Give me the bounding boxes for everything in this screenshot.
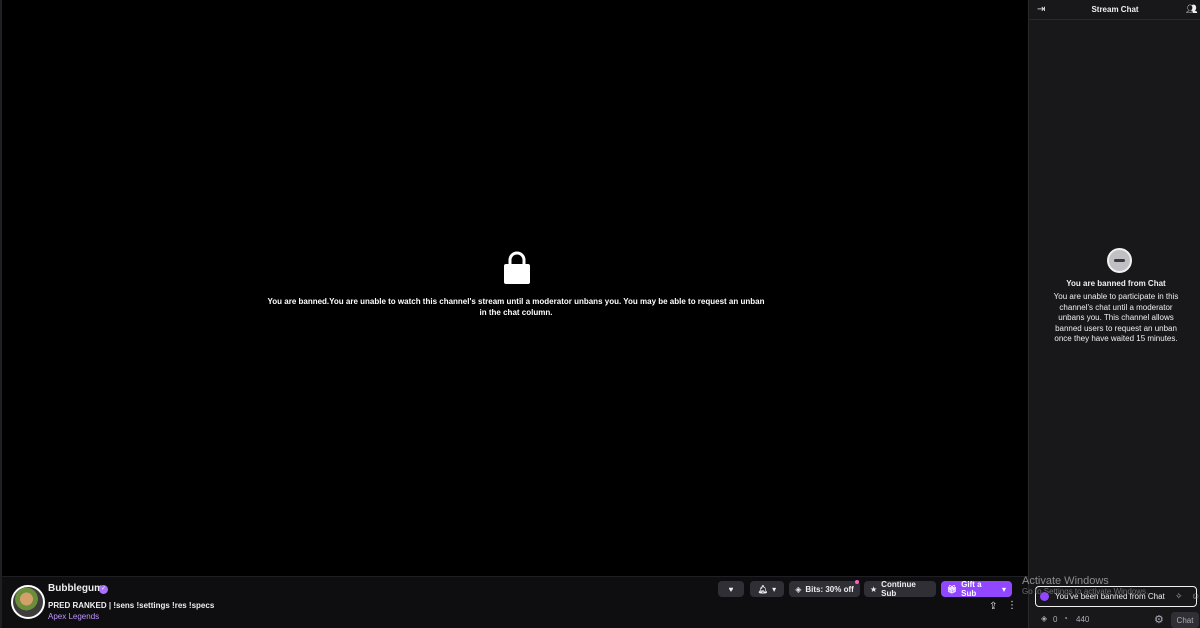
bell-icon: 🔔︎ xyxy=(757,584,769,594)
ban-icon xyxy=(1107,248,1132,273)
stream-title: PRED RANKED | !sens !settings !res !spec… xyxy=(48,601,215,610)
continue-sub-button[interactable]: ★ Continue Sub xyxy=(864,580,936,598)
bits-button[interactable]: ◈ Bits: 30% off xyxy=(789,581,860,597)
chat-header: ⇥ Stream Chat 👥︎ xyxy=(1029,0,1200,20)
gift-sub-label: Gift a Sub xyxy=(961,580,982,598)
continue-sub-label: Continue Sub xyxy=(881,580,916,598)
gift-icon: 🎁︎ xyxy=(947,584,958,594)
follow-button[interactable]: ♥ xyxy=(718,581,744,597)
video-player[interactable]: You are banned.You are unable to watch t… xyxy=(0,0,1028,576)
lock-icon xyxy=(504,251,530,284)
heart-icon: ♥ xyxy=(728,584,734,594)
points-icon[interactable]: ◔ xyxy=(1063,614,1068,623)
emote-icon[interactable]: ✧ xyxy=(1175,591,1183,602)
channel-name[interactable]: Bubblegum xyxy=(48,583,103,594)
smile-icon[interactable]: ☺ xyxy=(1191,591,1200,601)
gift-sub-button[interactable]: 🎁︎ Gift a Sub ▾ xyxy=(941,580,1012,598)
points-count: 440 xyxy=(1076,615,1090,624)
chat-send-button[interactable]: Chat xyxy=(1171,612,1199,628)
bits-icon[interactable]: ◈ xyxy=(1041,614,1047,623)
users-icon[interactable]: 👥︎ xyxy=(1186,4,1197,15)
notification-dot xyxy=(855,580,859,584)
share-icon[interactable]: ⇪ xyxy=(989,601,999,613)
chat-ban-heading: You are banned from Chat xyxy=(1066,279,1166,288)
channel-info-bar: Bubblegum ✓ PRED RANKED | !sens !setting… xyxy=(0,576,1028,628)
star-icon: ★ xyxy=(870,584,878,594)
ban-message: You are banned.You are unable to watch t… xyxy=(267,297,765,317)
watermark-title: Activate Windows xyxy=(1022,575,1109,587)
category-link[interactable]: Apex Legends xyxy=(48,612,99,621)
bits-count: 0 xyxy=(1053,615,1058,624)
chevron-down-icon: ▾ xyxy=(1001,584,1006,594)
chat-panel: ⇥ Stream Chat 👥︎ You are banned from Cha… xyxy=(1028,0,1200,628)
watermark-subtitle: Go to Settings to activate Windows. xyxy=(1022,587,1149,596)
bits-button-label: Bits: 30% off xyxy=(805,584,854,594)
gear-icon[interactable]: ⚙ xyxy=(1154,613,1164,626)
more-icon[interactable]: ⋮ xyxy=(1007,600,1017,612)
verified-icon: ✓ xyxy=(99,585,108,594)
chat-ban-body: You are unable to participate in this ch… xyxy=(1053,292,1179,343)
chevron-down-icon: ▾ xyxy=(772,584,777,594)
notifications-button[interactable]: 🔔︎ ▾ xyxy=(750,581,784,597)
chat-title: Stream Chat xyxy=(1091,5,1139,14)
avatar[interactable] xyxy=(11,585,45,619)
bits-icon: ◈ xyxy=(795,584,802,594)
